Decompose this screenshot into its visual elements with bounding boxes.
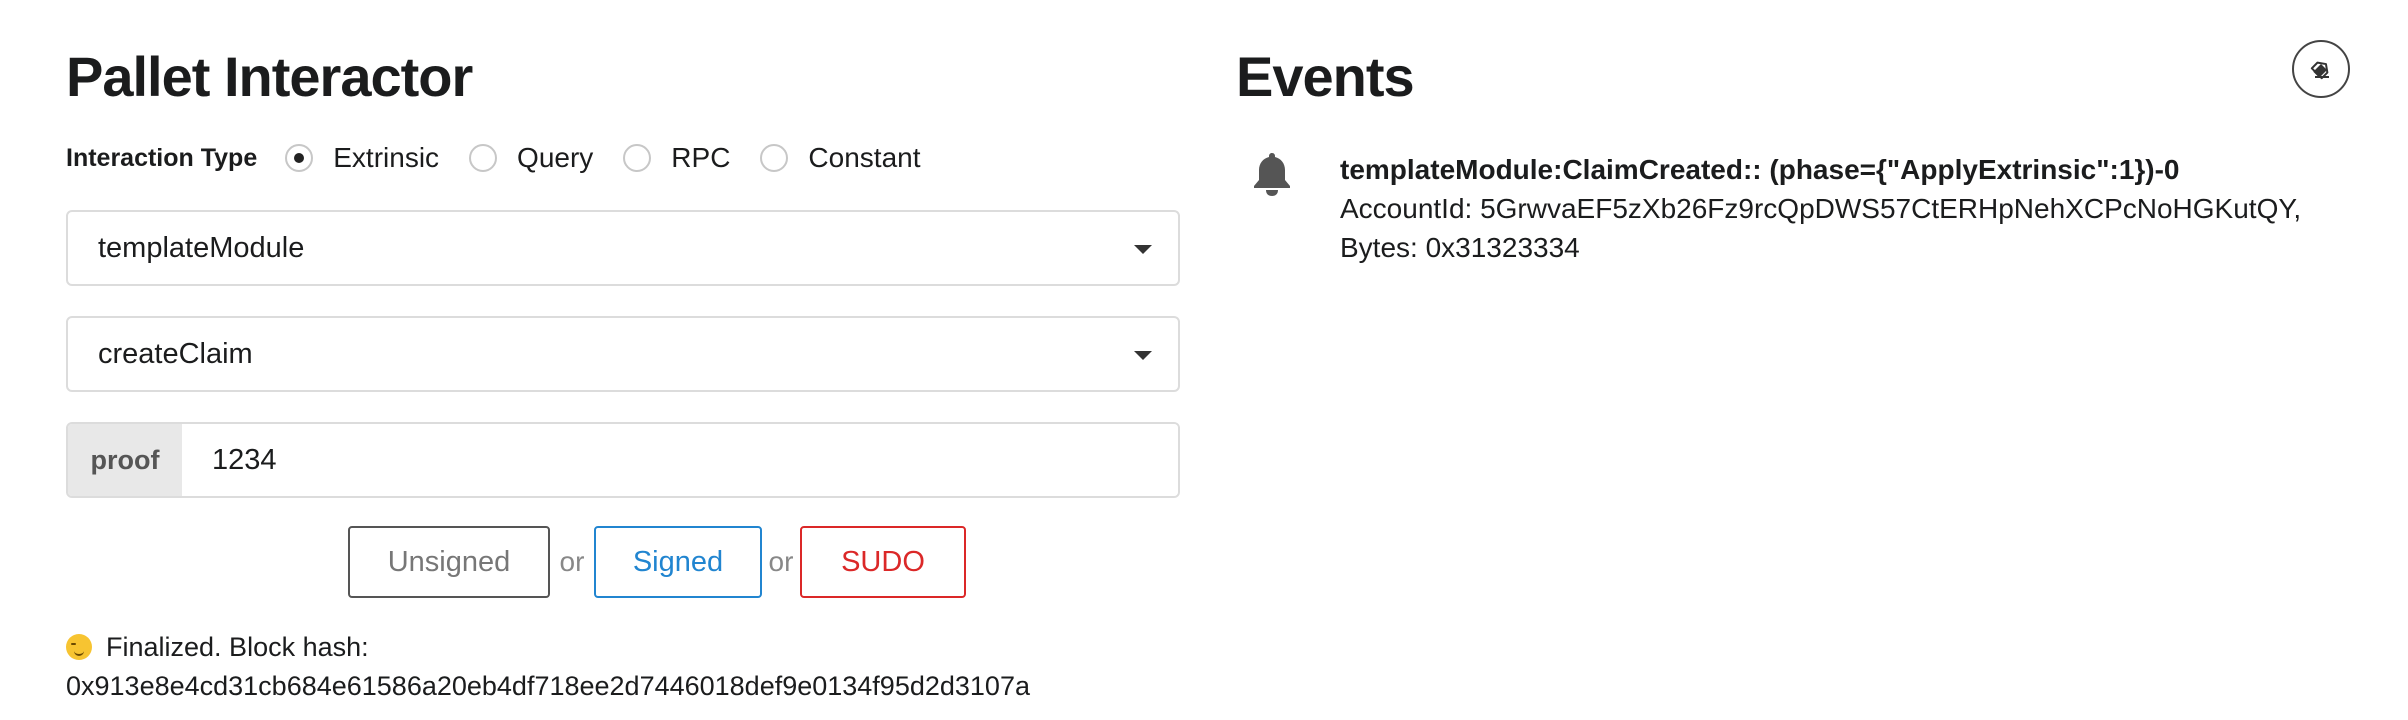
unsigned-button[interactable]: Unsigned <box>348 526 550 598</box>
radio-rpc-indicator[interactable] <box>623 144 652 172</box>
proof-field-label: proof <box>68 424 182 496</box>
eraser-icon <box>2310 61 2329 80</box>
callable-select[interactable]: createClaim <box>66 316 1180 392</box>
bell-icon <box>1254 153 1290 196</box>
radio-constant-label: Constant <box>808 142 921 173</box>
radio-constant-indicator[interactable] <box>760 144 789 172</box>
radio-query-label: Query <box>517 142 594 173</box>
radio-query-indicator[interactable] <box>469 144 498 172</box>
pallet-select-value: templateModule <box>98 231 305 264</box>
events-title: Events <box>1236 45 1415 108</box>
or-separator: or <box>559 546 585 577</box>
dropdown-caret-icon[interactable] <box>1134 245 1152 254</box>
signed-button[interactable]: Signed <box>594 526 762 598</box>
event-body: AccountId: 5GrwvaEF5zXb26Fz9rcQpDWS57CtE… <box>1340 193 2302 263</box>
radio-constant[interactable]: Constant <box>760 142 921 174</box>
radio-query[interactable]: Query <box>469 142 593 174</box>
or-separator: or <box>768 546 794 577</box>
proof-field: proof <box>66 422 1180 498</box>
page-title: Pallet Interactor <box>66 45 473 108</box>
interaction-type-label: Interaction Type <box>66 143 258 172</box>
event-title: templateModule:ClaimCreated:: (phase={"A… <box>1340 154 2180 185</box>
radio-rpc-label: RPC <box>671 142 731 173</box>
proof-input[interactable] <box>182 424 1178 496</box>
dropdown-caret-icon[interactable] <box>1134 351 1152 360</box>
block-hash: 0x913e8e4cd31cb684e61586a20eb4df718ee2d7… <box>66 671 1030 701</box>
event-text: templateModule:ClaimCreated:: (phase={"A… <box>1340 150 2350 267</box>
pallet-select[interactable]: templateModule <box>66 210 1180 286</box>
radio-extrinsic-indicator[interactable] <box>285 144 314 172</box>
sudo-button[interactable]: SUDO <box>800 526 966 598</box>
tx-status-text: Finalized. Block hash: <box>106 632 369 662</box>
interaction-type-group: Interaction Type Extrinsic Query RPC Con… <box>66 142 951 174</box>
callable-select-value: createClaim <box>98 337 253 370</box>
submit-button-group: Unsigned or Signed or SUDO <box>348 526 966 598</box>
winking-face-icon <box>66 634 92 660</box>
events-panel: Events templateModule:ClaimCreated:: (ph… <box>1236 0 2356 720</box>
radio-extrinsic[interactable]: Extrinsic <box>285 142 439 174</box>
clear-events-button[interactable] <box>2292 40 2350 98</box>
radio-rpc[interactable]: RPC <box>623 142 730 174</box>
radio-extrinsic-label: Extrinsic <box>333 142 440 173</box>
tx-status: Finalized. Block hash: 0x913e8e4cd31cb68… <box>66 628 1030 706</box>
